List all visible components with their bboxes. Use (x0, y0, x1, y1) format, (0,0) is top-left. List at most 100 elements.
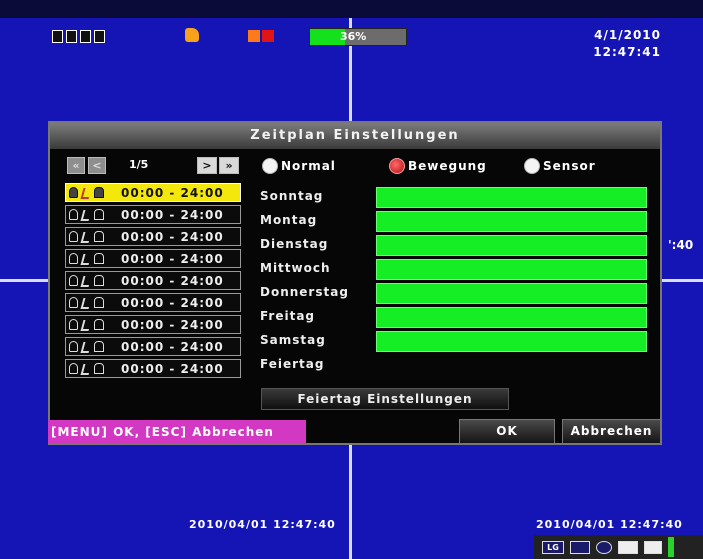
sensor-icon (94, 341, 104, 352)
day-row: Dienstag (260, 235, 647, 256)
camera-icon[interactable] (618, 540, 638, 554)
alarm-icon (69, 297, 78, 308)
hdd-usage-label: 36% (340, 30, 367, 43)
time-slot-row[interactable]: 00:00 - 24:00 (65, 227, 241, 246)
slot-time: 00:00 - 24:00 (121, 229, 224, 244)
time-slot-row[interactable]: 00:00 - 24:00 (65, 205, 241, 224)
osd-date: 4/1/2010 (594, 28, 661, 42)
time-slot-row[interactable]: 00:00 - 24:00 (65, 271, 241, 290)
weekday-schedule-grid: Sonntag Montag Dienstag Mittwoch Donnerstag F… (260, 187, 647, 379)
bottom-status-bar: LG (534, 535, 703, 559)
day-label: Mittwoch (260, 261, 331, 275)
first-page-button[interactable]: « (67, 157, 85, 174)
motion-icon (80, 363, 92, 375)
motion-icon (80, 275, 92, 287)
channel-time-fragment: ':40 (668, 238, 694, 252)
time-slot-row[interactable]: 00:00 - 24:00 (65, 337, 241, 356)
time-slot-row[interactable]: 00:00 - 24:00 (65, 359, 241, 378)
mode-normal-label: Normal (281, 159, 336, 173)
mode-bewegung[interactable]: Bewegung (389, 158, 487, 174)
day-label: Samstag (260, 333, 326, 347)
day-schedule-bar[interactable] (376, 259, 647, 280)
slot-icons (66, 275, 121, 287)
slot-icons (66, 187, 121, 199)
time-slot-row[interactable]: 00:00 - 24:00 (65, 315, 241, 334)
day-label: Dienstag (260, 237, 329, 251)
radio-bewegung-icon[interactable] (389, 158, 405, 174)
log-icon[interactable]: LG (542, 540, 564, 554)
time-slot-row[interactable]: 00:00 - 24:00 (65, 183, 241, 202)
ok-button[interactable]: OK (459, 419, 555, 444)
alarm-icon (69, 253, 78, 264)
motion-icon (80, 297, 92, 309)
record-icon[interactable] (596, 540, 612, 554)
slot-time: 00:00 - 24:00 (121, 273, 224, 288)
time-slot-list: 00:00 - 24:00 00:00 - 24:00 00:00 - 24:00 0… (65, 183, 241, 381)
channel-status-icons (52, 30, 105, 43)
alarm-icon (69, 187, 78, 198)
video-icon[interactable] (644, 540, 662, 554)
osd-datetime: 4/1/2010 12:47:41 (593, 27, 661, 61)
day-schedule-bar[interactable] (376, 355, 647, 376)
mode-sensor-label: Sensor (543, 159, 596, 173)
sensor-icon (94, 297, 104, 308)
channel-2-icon (66, 30, 77, 43)
holiday-settings-button[interactable]: Feiertag Einstellungen (261, 388, 509, 410)
day-row: Feiertag (260, 355, 645, 376)
day-schedule-bar[interactable] (376, 283, 647, 304)
slot-time: 00:00 - 24:00 (121, 251, 224, 266)
day-schedule-bar[interactable] (376, 187, 647, 208)
page-indicator: 1/5 (129, 158, 149, 171)
alarm-icon (69, 341, 78, 352)
slot-icons (66, 319, 121, 331)
cancel-button[interactable]: Abbrechen (562, 419, 661, 444)
prev-page-button[interactable]: < (88, 157, 106, 174)
day-schedule-bar[interactable] (376, 211, 647, 232)
day-label: Donnerstag (260, 285, 349, 299)
day-row: Donnerstag (260, 283, 647, 304)
sensor-icon (94, 253, 104, 264)
sensor-icon (94, 363, 104, 374)
slot-time: 00:00 - 24:00 (121, 361, 224, 376)
sensor-icon (94, 209, 104, 220)
status-edge-marker (668, 537, 674, 557)
day-schedule-bar[interactable] (376, 331, 647, 352)
time-slot-row[interactable]: 00:00 - 24:00 (65, 293, 241, 312)
alarm-icon (69, 363, 78, 374)
sensor-icon (94, 187, 104, 198)
slot-icons (66, 209, 121, 221)
slot-icons (66, 341, 121, 353)
channel-4-icon (94, 30, 105, 43)
hdd-usage-bar: 36% (309, 28, 407, 46)
mode-sensor[interactable]: Sensor (524, 158, 596, 174)
time-slot-row[interactable]: 00:00 - 24:00 (65, 249, 241, 268)
slot-icons (66, 231, 121, 243)
day-label: Feiertag (260, 357, 325, 371)
alarm-icon (69, 231, 78, 242)
day-label: Montag (260, 213, 318, 227)
schedule-settings-dialog: Zeitplan Einstellungen « < 1/5 > » 00:00… (48, 121, 662, 445)
slot-time: 00:00 - 24:00 (121, 295, 224, 310)
day-schedule-bar[interactable] (376, 307, 647, 328)
channel-1-icon (52, 30, 63, 43)
motion-icon (80, 187, 92, 199)
record-status-icon (248, 30, 276, 42)
alarm-icon (69, 319, 78, 330)
next-page-button[interactable]: > (197, 157, 217, 174)
slot-icons (66, 253, 121, 265)
camera-3-timestamp: 2010/04/01 12:47:40 (189, 518, 336, 531)
mode-normal[interactable]: Normal (262, 158, 336, 174)
day-schedule-bar[interactable] (376, 235, 647, 256)
last-page-button[interactable]: » (219, 157, 239, 174)
day-row: Sonntag (260, 187, 647, 208)
radio-normal-icon[interactable] (262, 158, 278, 174)
day-row: Mittwoch (260, 259, 647, 280)
motion-icon (80, 231, 92, 243)
sensor-icon (94, 231, 104, 242)
display-icon[interactable] (570, 540, 590, 554)
motion-icon (80, 319, 92, 331)
motion-icon (80, 209, 92, 221)
motion-icon (80, 341, 92, 353)
radio-sensor-icon[interactable] (524, 158, 540, 174)
slot-icons (66, 297, 121, 309)
